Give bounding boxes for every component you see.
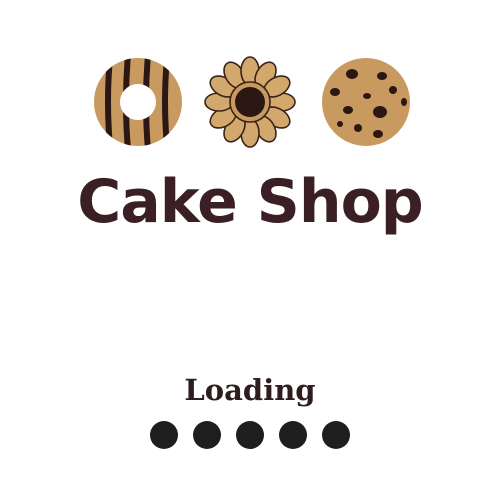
splash-screen: Cake Shop Loading — [0, 0, 500, 500]
butter-flower-cookie-icon — [204, 56, 296, 148]
loading-dot — [279, 421, 307, 449]
chocolate-chip-cookie-icon — [322, 58, 410, 146]
loading-dots — [150, 421, 350, 449]
loading-dot — [150, 421, 178, 449]
brand-title: Cake Shop — [77, 167, 424, 237]
logo-cookies — [0, 54, 500, 150]
loading-label: Loading — [184, 373, 316, 407]
loading-dot — [322, 421, 350, 449]
loading-dot — [236, 421, 264, 449]
loading-dot — [193, 421, 221, 449]
striped-ring-cookie-icon — [94, 58, 183, 146]
